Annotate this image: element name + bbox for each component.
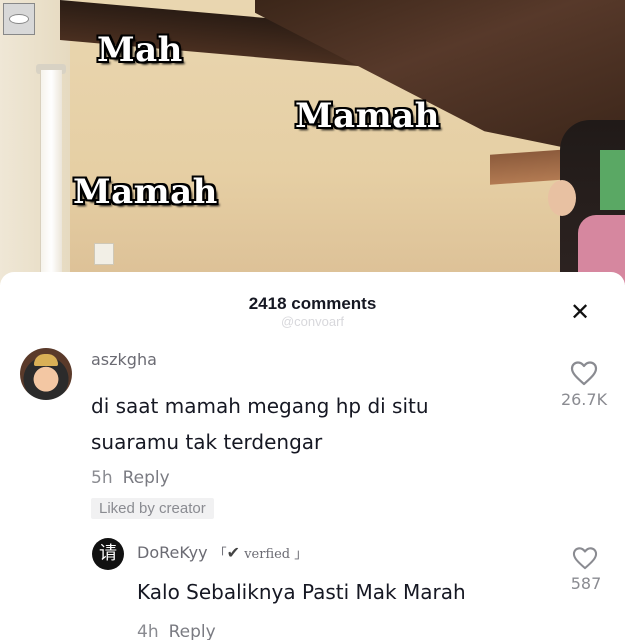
checkmark-icon: ✔ <box>226 543 241 562</box>
video-caption: Mah <box>97 30 183 70</box>
avatar[interactable]: 请 <box>92 538 124 570</box>
heart-outline-icon[interactable] <box>572 546 598 570</box>
like-count: 26.7K <box>560 390 608 409</box>
reply-button[interactable]: Reply <box>123 468 170 488</box>
comment-meta: 5h Reply <box>91 468 170 488</box>
video-caption: Mamah <box>295 96 440 136</box>
comment-text: di saat mamah megang hp di situ suaramu … <box>91 388 531 460</box>
heart-outline-icon[interactable] <box>570 360 598 386</box>
watermark: @convoarf <box>280 314 345 329</box>
video-frame[interactable]: Mah Mamah Mamah <box>0 0 625 285</box>
comment-text: Kalo Sebaliknya Pasti Mak Marah <box>137 580 466 604</box>
verified-label: verfied <box>244 547 291 562</box>
avatar[interactable] <box>20 348 72 400</box>
comments-panel: 2418 comments @convoarf ✕ aszkgha di saa… <box>0 272 625 640</box>
comment-line: di saat mamah megang hp di situ <box>91 394 429 418</box>
comment-line: suaramu tak terdengar <box>91 430 323 454</box>
comment-meta: 4h Reply <box>137 622 216 640</box>
wall-socket <box>94 243 114 265</box>
person-clothing <box>600 150 625 210</box>
curtain <box>40 70 62 285</box>
reply-button[interactable]: Reply <box>169 622 216 640</box>
comment-count: 2418 comments <box>248 294 377 313</box>
close-icon[interactable]: ✕ <box>566 298 594 326</box>
app-badge-icon <box>3 3 35 35</box>
username-text: DoReKyy <box>137 543 208 562</box>
comment-time: 4h <box>137 622 159 640</box>
like-count: 587 <box>570 574 602 593</box>
comment-username[interactable]: DoReKyy 「✔ verfied 」 <box>137 543 307 562</box>
verified-tag: 「✔ verfied 」 <box>213 543 308 562</box>
video-caption: Mamah <box>73 172 218 212</box>
comment-time: 5h <box>91 468 113 488</box>
comment-username[interactable]: aszkgha <box>91 350 157 369</box>
liked-by-creator-badge: Liked by creator <box>91 498 214 519</box>
person-face <box>548 180 576 216</box>
